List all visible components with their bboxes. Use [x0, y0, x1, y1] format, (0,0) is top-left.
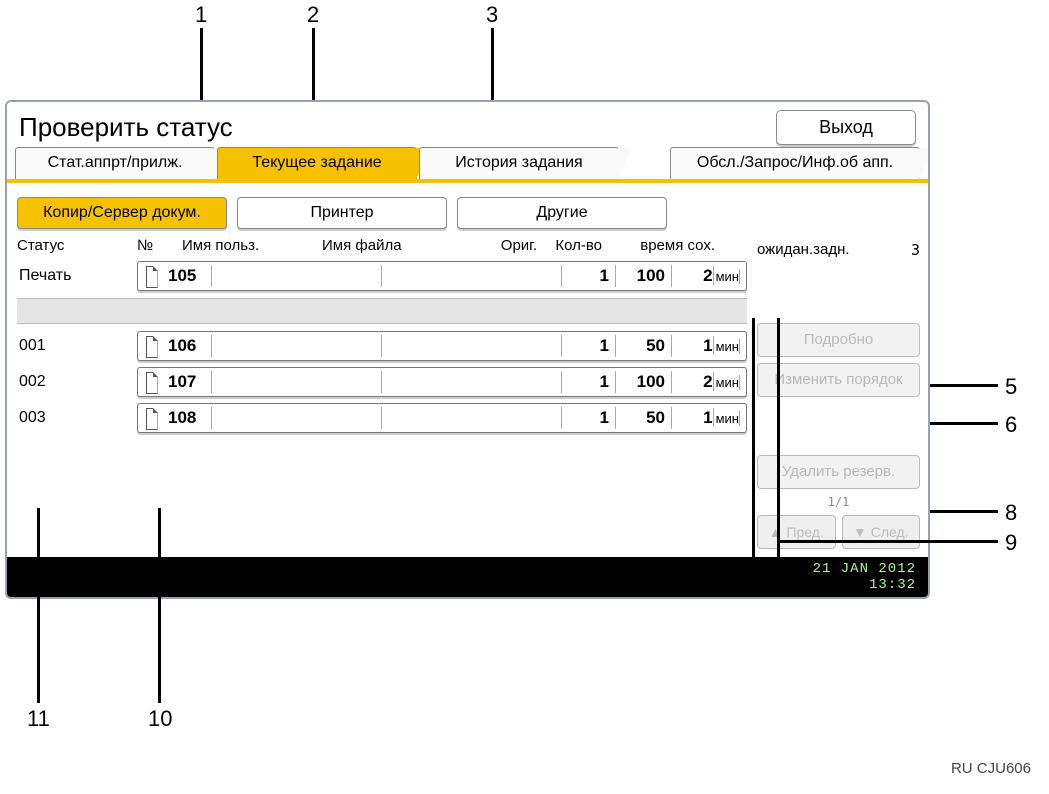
callout-line-6 [930, 422, 998, 425]
job-orig: 1 [562, 371, 616, 393]
callout-3: 3 [486, 2, 498, 28]
func-tab-printer[interactable]: Принтер [237, 197, 447, 229]
job-user [212, 335, 382, 357]
job-time: 2мин [672, 265, 746, 287]
change-order-button[interactable]: Изменить порядок [757, 363, 920, 397]
callout-line-9 [780, 540, 998, 543]
job-file [382, 335, 562, 357]
job-orig: 1 [562, 265, 616, 287]
delete-reserve-button[interactable]: Удалить резерв. [757, 455, 920, 489]
job-file [382, 407, 562, 429]
exit-button[interactable]: Выход [776, 110, 916, 145]
tab-job-history[interactable]: История задания [419, 147, 619, 179]
job-qty: 50 [616, 335, 672, 357]
job-time: 1мин [672, 335, 746, 357]
hdr-status: Статус [17, 237, 137, 254]
job-no: 107 [166, 371, 212, 393]
hdr-user: Имя польз. [182, 237, 322, 254]
func-tab-copier[interactable]: Копир/Сервер докум. [17, 197, 227, 229]
column-headers: Статус № Имя польз. Имя файла Ориг. Кол-… [17, 229, 747, 258]
side-panel: ожидан.задн. 3 Подробно Изменить порядок… [757, 229, 920, 549]
job-row: 001 106 1 50 1мин [17, 328, 747, 364]
hdr-orig: Ориг. [477, 237, 537, 254]
main-tabs: Стат.аппрт/прилж. Текущее задание Истори… [7, 147, 928, 183]
hdr-file: Имя файла [322, 237, 477, 254]
callout-line-11 [37, 508, 40, 703]
job-user [212, 265, 382, 287]
callout-line-8 [930, 510, 998, 513]
tab-machine-app-status[interactable]: Стат.аппрт/прилж. [15, 147, 215, 179]
job-item[interactable]: 105 1 100 2мин [137, 261, 747, 291]
callout-line-5 [930, 384, 998, 387]
callout-5: 5 [1005, 374, 1017, 400]
job-time: 1мин [672, 407, 746, 429]
job-no: 106 [166, 335, 212, 357]
details-button[interactable]: Подробно [757, 323, 920, 357]
prev-label: Пред. [786, 524, 823, 540]
tab-current-job[interactable]: Текущее задание [217, 147, 417, 179]
document-icon [138, 265, 166, 287]
callout-bracket-9 [752, 318, 780, 582]
callout-9: 9 [1005, 530, 1017, 556]
callout-6: 6 [1005, 412, 1017, 438]
device-screen: Проверить статус Выход Стат.аппрт/прилж.… [5, 100, 930, 599]
job-user [212, 407, 382, 429]
callout-8: 8 [1005, 500, 1017, 526]
waiting-count: 3 [907, 241, 920, 259]
job-qty: 100 [616, 265, 672, 287]
job-time: 2мин [672, 371, 746, 393]
job-orig: 1 [562, 335, 616, 357]
next-button[interactable]: ▼ След. [842, 515, 921, 549]
hdr-waiting: ожидан.задн. [757, 241, 907, 259]
tab-label: История задания [455, 154, 582, 171]
separator-row [17, 298, 747, 324]
job-no: 108 [166, 407, 212, 429]
job-orig: 1 [562, 407, 616, 429]
callout-1: 1 [195, 2, 207, 28]
callout-10: 10 [148, 706, 172, 732]
job-qty: 50 [616, 407, 672, 429]
job-item[interactable]: 108 1 50 1мин [137, 403, 747, 433]
job-row-current: Печать 105 1 100 2мин [17, 258, 747, 294]
queue-index: 003 [17, 409, 137, 427]
next-label: След. [871, 524, 909, 540]
job-qty: 100 [616, 371, 672, 393]
job-row: 002 107 1 100 2мин [17, 364, 747, 400]
func-tab-other[interactable]: Другие [457, 197, 667, 229]
page-title: Проверить статус [19, 112, 233, 143]
tab-label: Обсл./Запрос/Инф.об апп. [697, 154, 893, 171]
pager-indicator: 1/1 [757, 495, 920, 509]
hdr-no: № [137, 237, 182, 254]
status-bar: 21 JAN 2012 13:32 [7, 557, 928, 597]
job-no: 105 [166, 265, 212, 287]
callout-11: 11 [27, 706, 50, 732]
figure-code: RU CJU606 [951, 760, 1031, 777]
queue-index: 002 [17, 373, 137, 391]
hdr-time: время сох. [602, 237, 717, 254]
status-printing: Печать [17, 267, 137, 285]
job-file [382, 371, 562, 393]
document-icon [138, 371, 166, 393]
job-item[interactable]: 106 1 50 1мин [137, 331, 747, 361]
job-row: 003 108 1 50 1мин [17, 400, 747, 436]
tab-label: Стат.аппрт/прилж. [48, 154, 183, 171]
function-tabs: Копир/Сервер докум. Принтер Другие [17, 197, 920, 229]
document-icon [138, 335, 166, 357]
queue-index: 001 [17, 337, 137, 355]
hdr-qty: Кол-во [537, 237, 602, 254]
job-file [382, 265, 562, 287]
tab-maintenance-info[interactable]: Обсл./Запрос/Инф.об апп. [670, 147, 920, 179]
callout-line-10 [158, 508, 161, 703]
tab-label: Текущее задание [252, 154, 381, 171]
job-item[interactable]: 107 1 100 2мин [137, 367, 747, 397]
title-bar: Проверить статус Выход [7, 102, 928, 147]
document-icon [138, 407, 166, 429]
callout-2: 2 [307, 2, 319, 28]
job-user [212, 371, 382, 393]
